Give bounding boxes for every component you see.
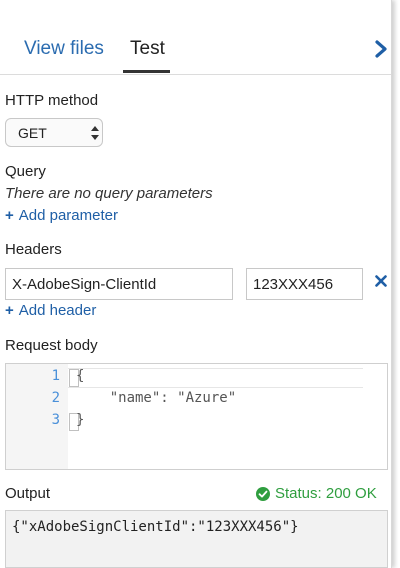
request-body-label: Request body	[5, 337, 98, 354]
code-line: "name": "Azure"	[76, 390, 237, 406]
active-tab-indicator	[123, 70, 170, 73]
http-method-select[interactable]: GET	[5, 118, 103, 147]
headers-label: Headers	[5, 241, 62, 258]
plus-icon: +	[5, 302, 14, 319]
tab-bar: View files Test	[0, 0, 391, 75]
http-method-label: HTTP method	[5, 92, 99, 109]
remove-header-icon[interactable]	[374, 274, 388, 288]
code-line: {	[76, 368, 85, 384]
add-parameter-label: Add parameter	[18, 207, 118, 224]
output-box: {"xAdobeSignClientId":"123XXX456"}	[5, 510, 388, 568]
tab-test[interactable]: Test	[130, 38, 165, 60]
line-number: 1	[51, 368, 60, 384]
tab-view-files[interactable]: View files	[24, 38, 104, 60]
query-label: Query	[5, 163, 46, 180]
http-method-value: GET	[18, 125, 47, 141]
no-query-params-text: There are no query parameters	[5, 185, 213, 202]
add-header-label: Add header	[18, 302, 97, 319]
chevron-right-icon[interactable]	[372, 38, 390, 60]
status-text: Status: 200 OK	[275, 485, 377, 502]
check-circle-icon	[256, 486, 270, 501]
active-line-highlight	[68, 368, 363, 388]
line-number: 2	[51, 390, 60, 406]
header-name-input[interactable]: X-AdobeSign-ClientId	[5, 268, 233, 300]
header-value-input[interactable]: 123XXX456	[246, 268, 363, 300]
output-label: Output	[5, 485, 51, 502]
plus-icon: +	[5, 207, 14, 224]
add-header-link[interactable]: + Add header	[5, 302, 96, 319]
request-body-editor[interactable]: 1 2 3 { "name": "Azure" }	[5, 363, 388, 470]
line-number: 3	[51, 412, 60, 428]
add-parameter-link[interactable]: + Add parameter	[5, 207, 118, 224]
code-line: }	[76, 412, 85, 428]
test-panel: View files Test HTTP method GET Query Th…	[0, 0, 392, 568]
output-body: {"xAdobeSignClientId":"123XXX456"}	[12, 519, 299, 535]
status-badge: Status: 200 OK	[256, 485, 377, 502]
line-number-gutter: 1 2 3	[6, 364, 68, 469]
select-arrows-icon	[91, 126, 99, 140]
